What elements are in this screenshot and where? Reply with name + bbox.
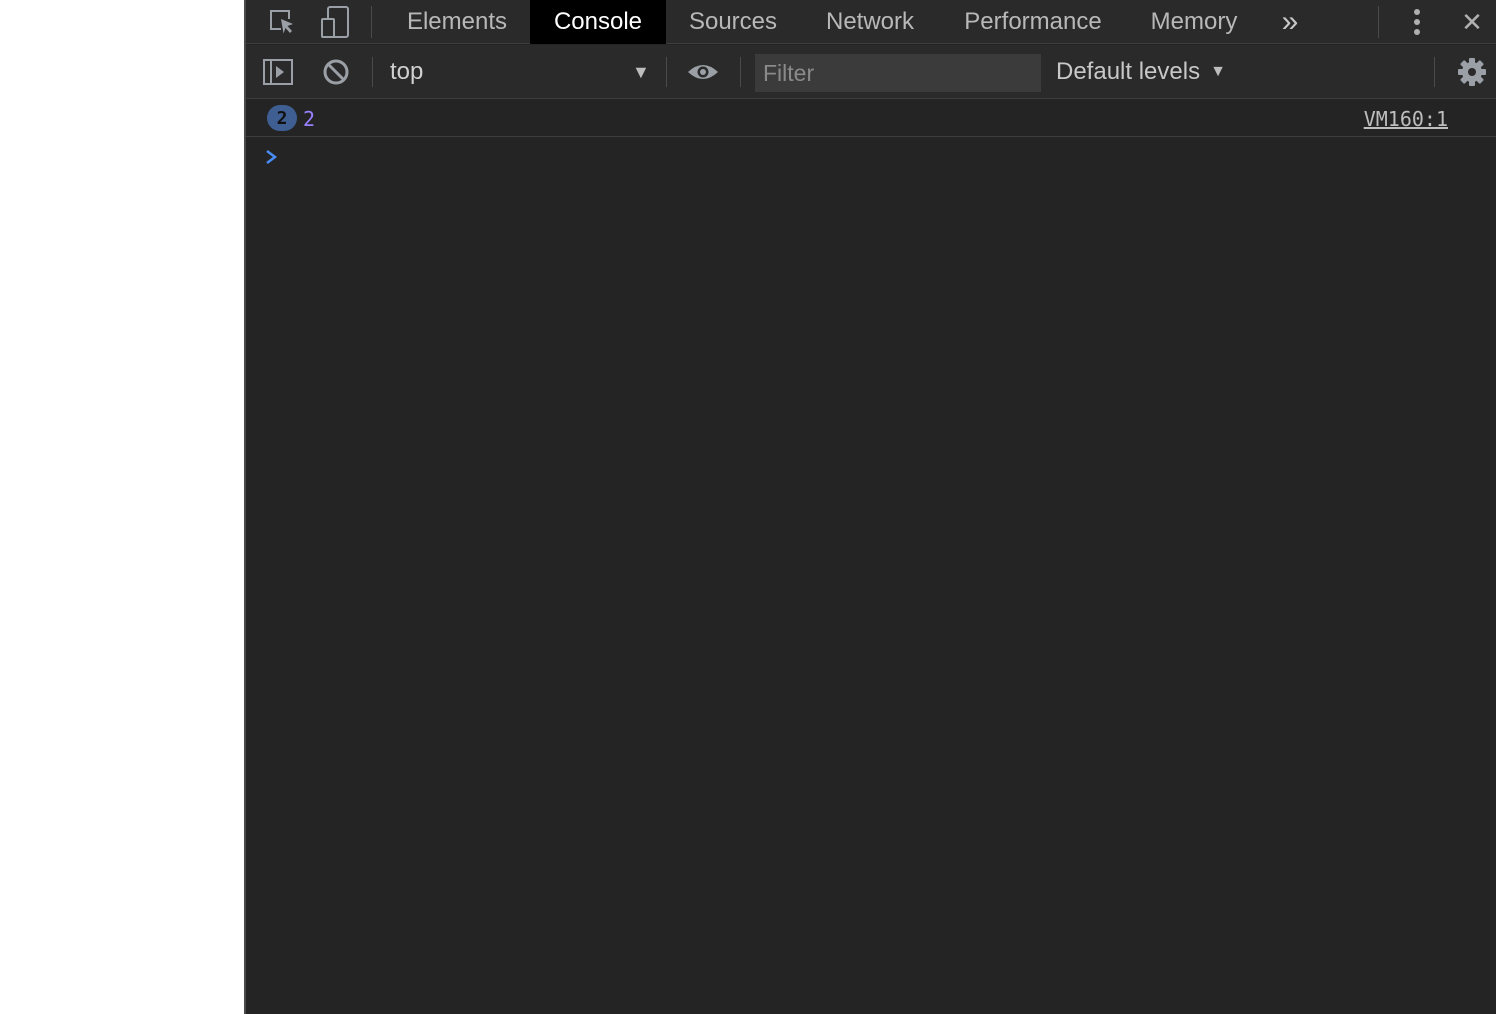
eye-icon[interactable]	[684, 45, 722, 99]
prompt-chevron-icon	[266, 150, 278, 164]
clear-console-icon[interactable]	[318, 45, 354, 99]
inspected-page-area[interactable]	[0, 0, 244, 1014]
toolbar-divider	[372, 57, 373, 87]
log-levels-dropdown[interactable]: Default levels ▼	[1056, 45, 1226, 99]
kebab-menu-icon[interactable]	[1402, 0, 1432, 44]
close-icon[interactable]: ✕	[1456, 0, 1488, 44]
log-levels-label: Default levels	[1056, 58, 1201, 85]
dropdown-arrow-icon[interactable]: ▼	[632, 45, 650, 99]
console-prompt-input[interactable]	[290, 141, 1444, 175]
tab-network[interactable]: Network	[800, 0, 940, 44]
console-message: 2 2 VM160:1	[246, 100, 1496, 137]
tab-elements[interactable]: Elements	[384, 0, 530, 44]
dropdown-arrow-icon: ▼	[1210, 63, 1226, 80]
sidebar-toggle-icon[interactable]	[260, 45, 296, 99]
repeat-count-badge: 2	[267, 105, 297, 131]
devtools-tab-bar: Elements Console Sources Network Perform…	[246, 0, 1496, 44]
toolbar-divider	[371, 6, 372, 38]
filter-input[interactable]	[755, 54, 1041, 92]
message-source-link[interactable]: VM160:1	[1364, 100, 1448, 137]
more-tabs-icon[interactable]: »	[1272, 0, 1308, 44]
context-label: top	[390, 58, 424, 85]
devtools-panel: Elements Console Sources Network Perform…	[244, 0, 1496, 1014]
console-prompt	[246, 137, 1496, 177]
toolbar-divider	[1378, 6, 1379, 38]
tab-performance[interactable]: Performance	[940, 0, 1126, 44]
settings-gear-icon[interactable]	[1454, 45, 1490, 99]
toolbar-divider	[1434, 57, 1435, 87]
toolbar-divider	[740, 57, 741, 87]
context-selector[interactable]: top	[390, 45, 666, 99]
device-toolbar-icon[interactable]	[316, 0, 356, 44]
tab-memory[interactable]: Memory	[1126, 0, 1262, 44]
toolbar-divider	[666, 57, 667, 87]
console-toolbar: top ▼ Default levels ▼	[246, 45, 1496, 99]
inspect-element-icon[interactable]	[262, 0, 302, 44]
tab-sources[interactable]: Sources	[666, 0, 800, 44]
tab-console[interactable]: Console	[530, 0, 666, 44]
message-value: 2	[303, 106, 316, 131]
